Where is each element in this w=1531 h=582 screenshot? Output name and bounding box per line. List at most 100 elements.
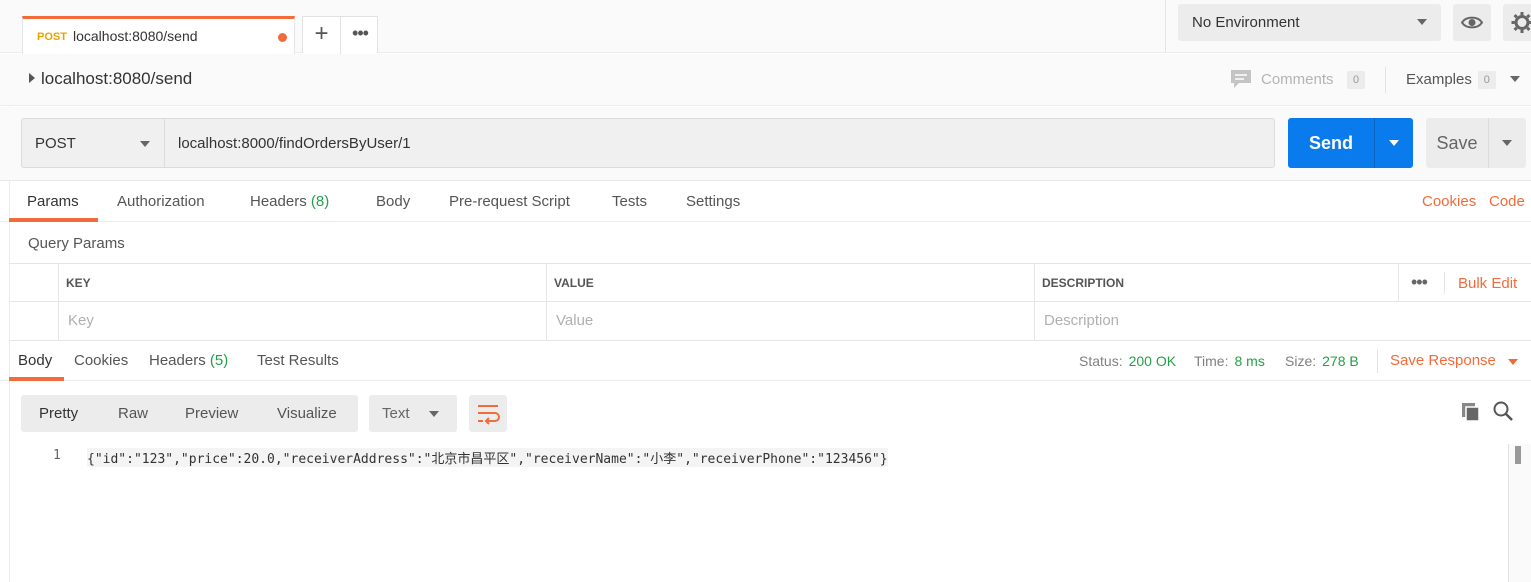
line-number: 1 xyxy=(53,448,61,463)
copy-icon xyxy=(1462,403,1480,422)
query-params-table: KEY VALUE DESCRIPTION ••• Bulk Edit Key … xyxy=(9,263,1531,341)
wrap-lines-icon xyxy=(478,405,500,425)
view-visualize-button[interactable]: Visualize xyxy=(277,405,337,422)
status-label: Status: xyxy=(1079,353,1123,369)
tab-settings[interactable]: Settings xyxy=(686,193,740,210)
column-divider xyxy=(1398,264,1399,302)
column-divider xyxy=(58,264,59,341)
chevron-down-icon xyxy=(140,141,150,147)
environment-select-label: No Environment xyxy=(1192,14,1300,31)
chevron-down-icon xyxy=(1389,140,1399,146)
chevron-down-icon xyxy=(429,411,439,417)
settings-button[interactable] xyxy=(1503,4,1531,41)
send-options-button[interactable] xyxy=(1374,118,1413,168)
expand-triangle-icon[interactable] xyxy=(29,73,35,83)
tab-authorization[interactable]: Authorization xyxy=(117,193,205,210)
new-tab-button[interactable]: + xyxy=(303,17,341,54)
tab-prerequest-script[interactable]: Pre-request Script xyxy=(449,193,570,210)
comments-count-badge: 0 xyxy=(1347,71,1365,89)
examples-count-badge: 0 xyxy=(1477,71,1496,89)
examples-label: Examples xyxy=(1406,71,1472,88)
param-value-input[interactable]: Value xyxy=(556,312,593,329)
url-bar: POST Send Save xyxy=(0,107,1531,181)
comment-icon xyxy=(1231,70,1251,88)
request-tab-method: POST xyxy=(37,31,67,43)
request-title[interactable]: localhost:8080/send xyxy=(41,69,192,89)
tab-tests[interactable]: Tests xyxy=(612,193,647,210)
environment-select[interactable]: No Environment xyxy=(1178,4,1441,41)
column-divider xyxy=(1034,264,1035,341)
request-title-row: localhost:8080/send Comments 0 Examples 0 xyxy=(0,54,1531,106)
divider xyxy=(1377,349,1378,373)
request-tab[interactable]: POST localhost:8080/send xyxy=(22,16,295,54)
response-body-editor[interactable]: 1 {"id":"123","price":20.0,"receiverAddr… xyxy=(9,444,1509,582)
environment-quick-look-button[interactable] xyxy=(1453,4,1491,41)
cookies-link[interactable]: Cookies xyxy=(1422,193,1476,210)
param-key-input[interactable]: Key xyxy=(68,312,94,329)
table-row xyxy=(9,302,1531,341)
column-header-value: VALUE xyxy=(554,276,594,290)
more-tabs-button[interactable]: ••• xyxy=(341,17,379,54)
response-size: Size: 278 B xyxy=(1285,353,1359,369)
unsaved-dot-icon xyxy=(278,33,287,42)
column-header-description: DESCRIPTION xyxy=(1042,276,1125,290)
search-icon xyxy=(1493,401,1513,421)
divider xyxy=(1444,272,1445,294)
tab-params[interactable]: Params xyxy=(27,193,79,210)
chevron-down-icon xyxy=(1502,140,1512,146)
response-time: Time: 8 ms xyxy=(1194,353,1265,369)
code-link[interactable]: Code xyxy=(1489,193,1525,210)
tab-test-results[interactable]: Test Results xyxy=(257,352,339,369)
save-options-button[interactable] xyxy=(1488,118,1526,168)
search-button[interactable] xyxy=(1492,400,1514,422)
format-select[interactable]: Text xyxy=(369,395,457,432)
request-tabs: Params Authorization Headers (8) Body Pr… xyxy=(0,182,1531,222)
status-value: 200 OK xyxy=(1128,353,1177,369)
view-raw-button[interactable]: Raw xyxy=(118,405,148,422)
more-options-button[interactable]: ••• xyxy=(1411,272,1428,293)
eye-icon xyxy=(1460,16,1484,29)
tab-response-headers[interactable]: Headers (5) xyxy=(149,352,228,369)
tab-response-cookies[interactable]: Cookies xyxy=(74,352,128,369)
view-preview-button[interactable]: Preview xyxy=(185,405,238,422)
chevron-down-icon[interactable] xyxy=(1510,76,1520,82)
chevron-down-icon xyxy=(1417,19,1427,25)
gear-icon xyxy=(1511,12,1531,33)
format-select-label: Text xyxy=(382,405,410,422)
examples-button[interactable]: Examples 0 xyxy=(1406,71,1496,89)
table-header-row xyxy=(9,264,1531,302)
tab-body[interactable]: Body xyxy=(376,193,410,210)
query-params-title: Query Params xyxy=(28,235,125,252)
chevron-down-icon[interactable] xyxy=(1508,359,1518,365)
send-button[interactable]: Send xyxy=(1288,118,1374,168)
editor-scrollbar[interactable] xyxy=(1508,444,1531,582)
scrollbar-thumb[interactable] xyxy=(1515,446,1521,464)
tab-actions: + ••• xyxy=(302,16,379,54)
time-label: Time: xyxy=(1194,353,1229,369)
response-tabs: Body Cookies Headers (5) Test Results St… xyxy=(0,341,1531,381)
tab-headers-label: Headers xyxy=(250,193,307,210)
tab-response-headers-count: (5) xyxy=(209,352,229,369)
method-select-label: POST xyxy=(35,135,76,152)
url-input[interactable] xyxy=(164,118,1275,168)
tab-headers-count: (8) xyxy=(310,193,330,210)
tab-response-body[interactable]: Body xyxy=(18,352,52,369)
tab-response-headers-label: Headers xyxy=(149,352,206,369)
wrap-lines-button[interactable] xyxy=(469,395,507,432)
save-button[interactable]: Save xyxy=(1426,118,1488,168)
size-label: Size: xyxy=(1285,353,1317,369)
param-description-input[interactable]: Description xyxy=(1044,312,1119,329)
request-tab-bar: POST localhost:8080/send + ••• No Enviro… xyxy=(0,0,1531,54)
bulk-edit-link[interactable]: Bulk Edit xyxy=(1458,275,1517,292)
copy-button[interactable] xyxy=(1460,401,1482,423)
method-select[interactable]: POST xyxy=(21,118,164,168)
response-view-modes: Pretty Raw Preview Visualize xyxy=(21,395,358,432)
save-response-button[interactable]: Save Response xyxy=(1390,352,1496,369)
divider xyxy=(1165,0,1166,53)
tab-headers[interactable]: Headers (8) xyxy=(250,193,329,210)
divider xyxy=(1385,67,1386,93)
column-header-key: KEY xyxy=(66,276,91,290)
active-tab-indicator xyxy=(9,377,64,381)
response-status: Status: 200 OK xyxy=(1079,353,1176,369)
view-pretty-button[interactable]: Pretty xyxy=(39,405,78,422)
